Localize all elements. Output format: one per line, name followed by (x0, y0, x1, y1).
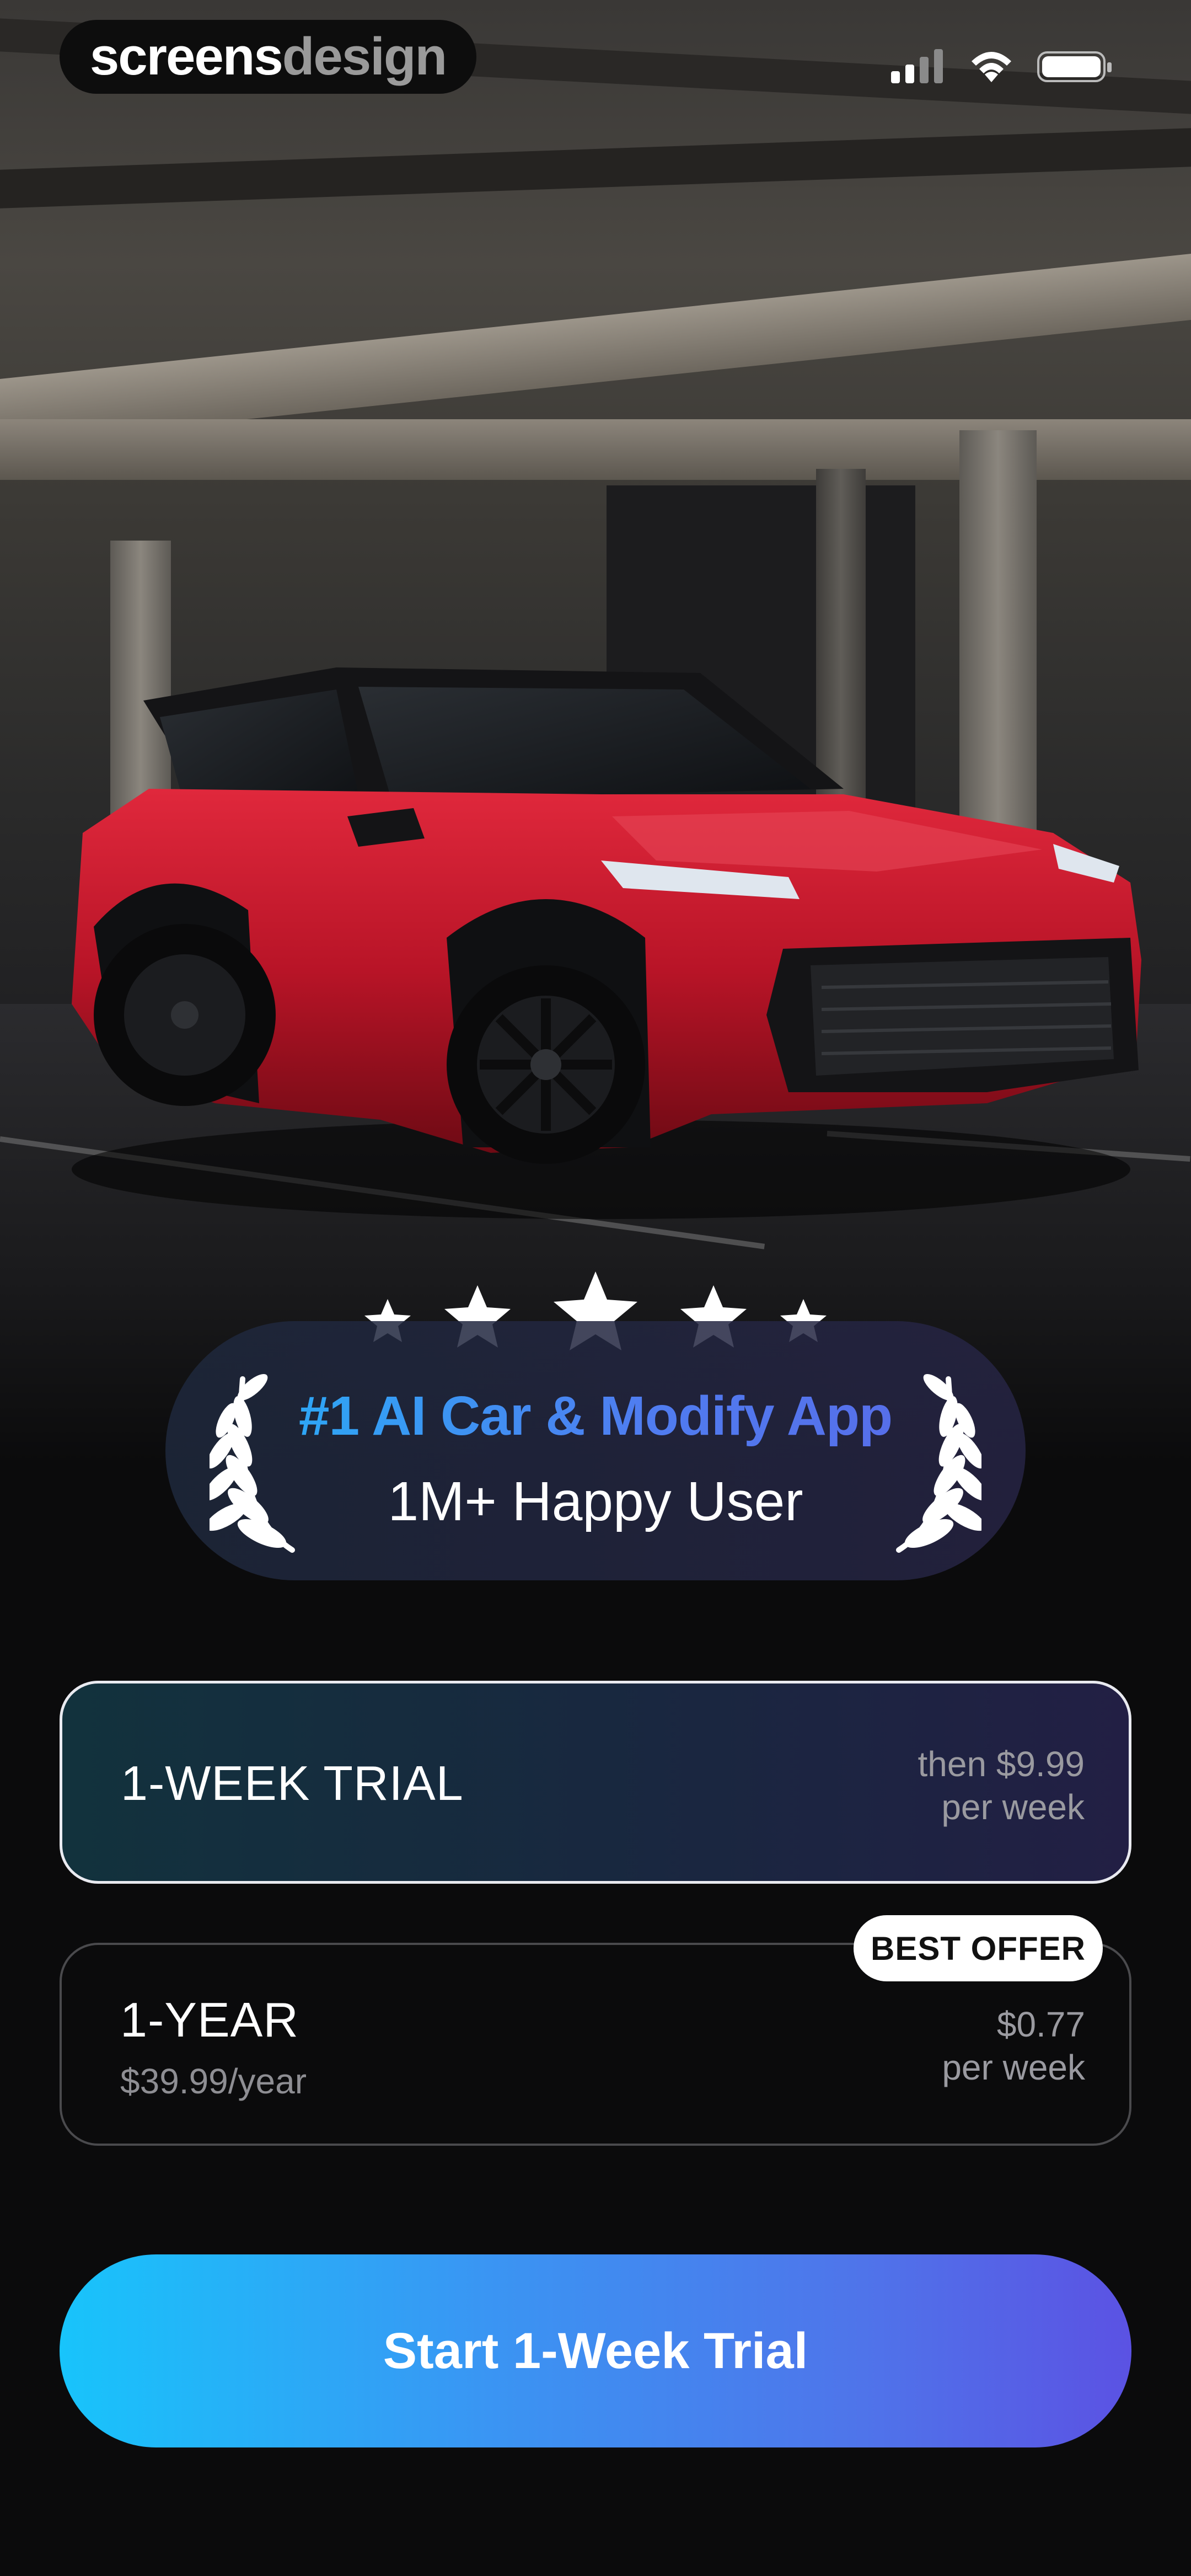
ceiling-beam (0, 128, 1191, 209)
plan-price: then $9.99 per week (918, 1744, 1085, 1827)
car-illustration (72, 667, 1141, 1219)
ceiling-beam (0, 254, 1191, 446)
plan-name: 1-WEEK TRIAL (121, 1756, 464, 1810)
plan-price: $0.77 per week (942, 2005, 1085, 2087)
plan-name: 1-YEAR (120, 1992, 299, 2047)
badge-subtitle: 1M+ Happy User (388, 1471, 803, 1532)
badge-title: #1 AI Car & Modify App (165, 1385, 1026, 1448)
wheel (447, 965, 645, 1164)
battery-icon (1037, 51, 1112, 82)
best-offer-badge: BEST OFFER (854, 1915, 1103, 1981)
brand-logo: screens design (60, 20, 476, 94)
wifi-icon (972, 52, 1011, 82)
start-trial-button[interactable]: Start 1-Week Trial (60, 2254, 1131, 2447)
hero-image (0, 0, 1191, 1462)
status-bar: screens design (0, 0, 1191, 127)
cellular-signal-icon (891, 49, 943, 83)
wheel (94, 924, 276, 1106)
status-icons (891, 47, 1114, 86)
plan-total-price: $39.99/year (120, 2061, 307, 2101)
plan-option-weekly[interactable]: 1-WEEK TRIAL then $9.99 per week (60, 1681, 1131, 1884)
